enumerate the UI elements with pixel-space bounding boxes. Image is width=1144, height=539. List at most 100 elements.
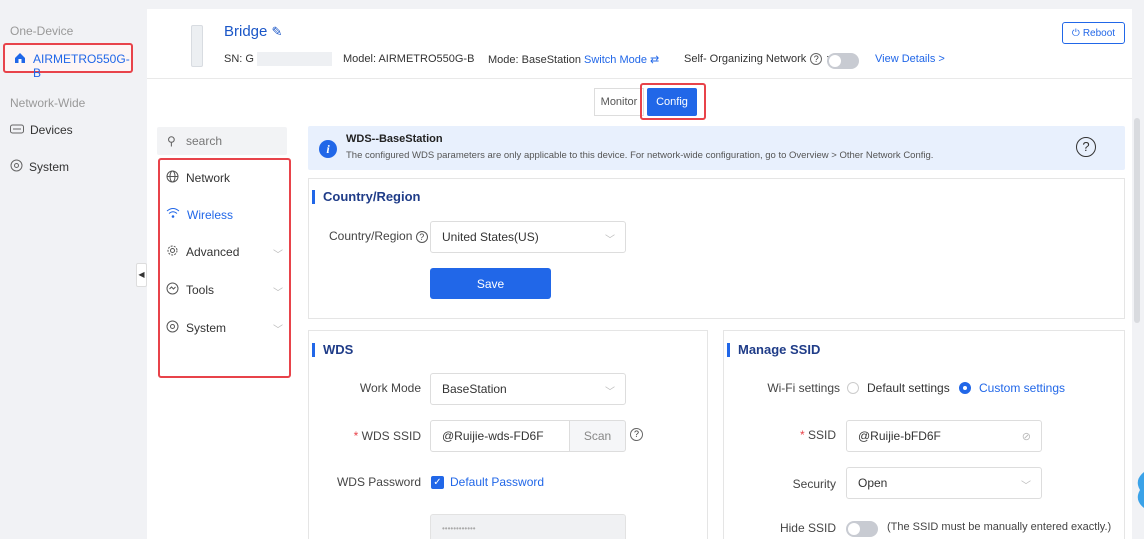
collapse-sidebar-handle[interactable]: ◀ [136, 263, 147, 287]
info-banner: i WDS--BaseStation The configured WDS pa… [308, 126, 1125, 170]
radio-selected-icon [959, 382, 971, 394]
tab-config[interactable]: Config [647, 88, 697, 116]
switch-mode-link[interactable]: Switch Mode ⇄ [584, 54, 659, 66]
scan-button[interactable]: Scan [569, 420, 626, 452]
security-value: Open [858, 476, 888, 490]
help-icon[interactable]: ? [415, 231, 428, 243]
model-label: Model: AIRMETRO550G-B [343, 53, 475, 65]
country-section-title: Country/Region [312, 190, 421, 204]
checkbox-checked-icon: ✓ [431, 475, 444, 489]
son-toggle[interactable] [827, 53, 859, 69]
network-wide-heading: Network-Wide [10, 96, 86, 110]
clear-icon[interactable]: ⊘ [1022, 430, 1031, 443]
help-icon[interactable]: ? [630, 428, 643, 441]
wds-panel: WDS Work Mode BaseStation ﹀ * WDS SSID @… [308, 330, 708, 539]
son-label: Self- Organizing Network [684, 53, 807, 65]
info-icon: i [319, 140, 337, 158]
country-label: Country/Region ? [329, 229, 428, 243]
country-select[interactable]: United States(US) ﹀ [430, 221, 626, 253]
menu-item-tools[interactable]: Tools [166, 282, 214, 298]
save-button[interactable]: Save [430, 268, 551, 299]
search-placeholder: search [186, 134, 223, 148]
menu-item-system[interactable]: System [166, 320, 226, 336]
help-icon[interactable]: ? [1076, 137, 1096, 157]
chevron-down-icon: ﹀ [605, 387, 615, 398]
work-mode-select[interactable]: BaseStation ﹀ [430, 373, 626, 405]
help-icon[interactable]: ? [810, 53, 823, 65]
view-details-link[interactable]: View Details > [875, 53, 945, 65]
device-image [191, 25, 203, 67]
devices-icon [10, 123, 24, 137]
floating-assistant-icon[interactable] [1132, 470, 1144, 510]
default-password-checkbox[interactable]: ✓ Default Password [431, 475, 544, 489]
default-settings-label: Default settings [867, 381, 950, 395]
menu-label: Wireless [187, 207, 234, 222]
device-nav-label: AIRMETRO550G-B [33, 52, 130, 80]
mode-info: Mode: BaseStation Switch Mode ⇄ [488, 53, 659, 66]
wifi-default-radio[interactable]: Default settings [847, 381, 950, 395]
hide-ssid-toggle[interactable] [846, 521, 878, 537]
chevron-down-icon: ﹀ [273, 288, 283, 299]
sidebar-item-system[interactable]: System [10, 159, 69, 175]
country-label-text: Country/Region [329, 229, 413, 243]
ssid-label: * SSID [799, 428, 836, 442]
chevron-down-icon: ﹀ [273, 250, 283, 261]
custom-settings-label: Custom settings [979, 381, 1066, 395]
chevron-down-icon: ﹀ [1021, 481, 1031, 492]
menu-label: Advanced [186, 245, 240, 259]
wds-ssid-input[interactable]: @Ruijie-wds-FD6F [430, 420, 570, 452]
gear-icon [166, 244, 179, 260]
device-header: Bridge ✎ SN: G Model: AIRMETRO550G-B Mod… [147, 9, 1132, 79]
globe-icon [166, 170, 179, 186]
edit-icon[interactable]: ✎ [272, 24, 283, 39]
work-mode-label: Work Mode [359, 381, 421, 395]
wds-ssid-label-text: WDS SSID [361, 429, 421, 443]
one-device-heading: One-Device [10, 24, 74, 38]
mode-value: BaseStation [521, 54, 581, 66]
banner-text: The configured WDS parameters are only a… [346, 150, 934, 161]
home-icon [14, 52, 26, 67]
chevron-down-icon: ﹀ [273, 325, 283, 336]
reboot-button[interactable]: ⏻ Reboot [1062, 22, 1125, 44]
radio-icon [847, 382, 859, 394]
serial-number: SN: G [224, 53, 254, 65]
wds-password-label: WDS Password [336, 475, 421, 489]
scrollbar-thumb[interactable] [1134, 118, 1140, 323]
security-label: Security [792, 477, 836, 491]
default-password-label: Default Password [450, 475, 545, 489]
menu-label: Tools [186, 283, 215, 297]
device-title: Bridge ✎ [224, 23, 282, 40]
ssid-input[interactable]: @Ruijie-bFD6F ⊘ [846, 420, 1042, 452]
wds-ssid-value: @Ruijie-wds-FD6F [442, 429, 544, 443]
hide-ssid-label: Hide SSID [779, 521, 836, 535]
ssid-label-text: SSID [807, 428, 836, 442]
sidebar-item-label: Devices [30, 123, 73, 137]
banner-title: WDS--BaseStation [346, 133, 443, 145]
manage-ssid-section-title: Manage SSID [727, 343, 820, 357]
wds-ssid-label: * WDS SSID [353, 429, 421, 443]
son-setting: Self- Organizing Network ? : [684, 53, 829, 65]
country-select-value: United States(US) [442, 230, 539, 244]
menu-item-wireless[interactable]: Wireless [166, 207, 233, 222]
hide-ssid-note: (The SSID must be manually entered exact… [887, 521, 1112, 533]
device-title-text: Bridge [224, 23, 268, 40]
sidebar-item-devices[interactable]: Devices [10, 123, 73, 137]
chevron-down-icon: ﹀ [605, 235, 615, 246]
device-nav-item[interactable]: AIRMETRO550G-B [3, 43, 133, 80]
serial-redacted [257, 52, 332, 66]
sidebar-item-label: System [29, 160, 70, 174]
security-select[interactable]: Open ﹀ [846, 467, 1042, 499]
reboot-label: Reboot [1082, 27, 1116, 39]
wifi-custom-radio[interactable]: Custom settings [959, 381, 1065, 395]
system-icon [166, 320, 179, 336]
power-icon: ⏻ [1071, 27, 1080, 39]
menu-item-network[interactable]: Network [166, 170, 230, 186]
tools-icon [166, 282, 179, 298]
menu-item-advanced[interactable]: Advanced [166, 244, 239, 260]
wds-password-input[interactable]: •••••••••••• [430, 514, 626, 539]
tab-monitor[interactable]: Monitor [594, 88, 644, 116]
menu-label: System [186, 321, 227, 335]
left-navigation: One-Device AIRMETRO550G-B Network-Wide D… [0, 0, 145, 539]
menu-search-input[interactable]: ⚲ search [157, 127, 287, 155]
menu-highlight [158, 158, 291, 378]
